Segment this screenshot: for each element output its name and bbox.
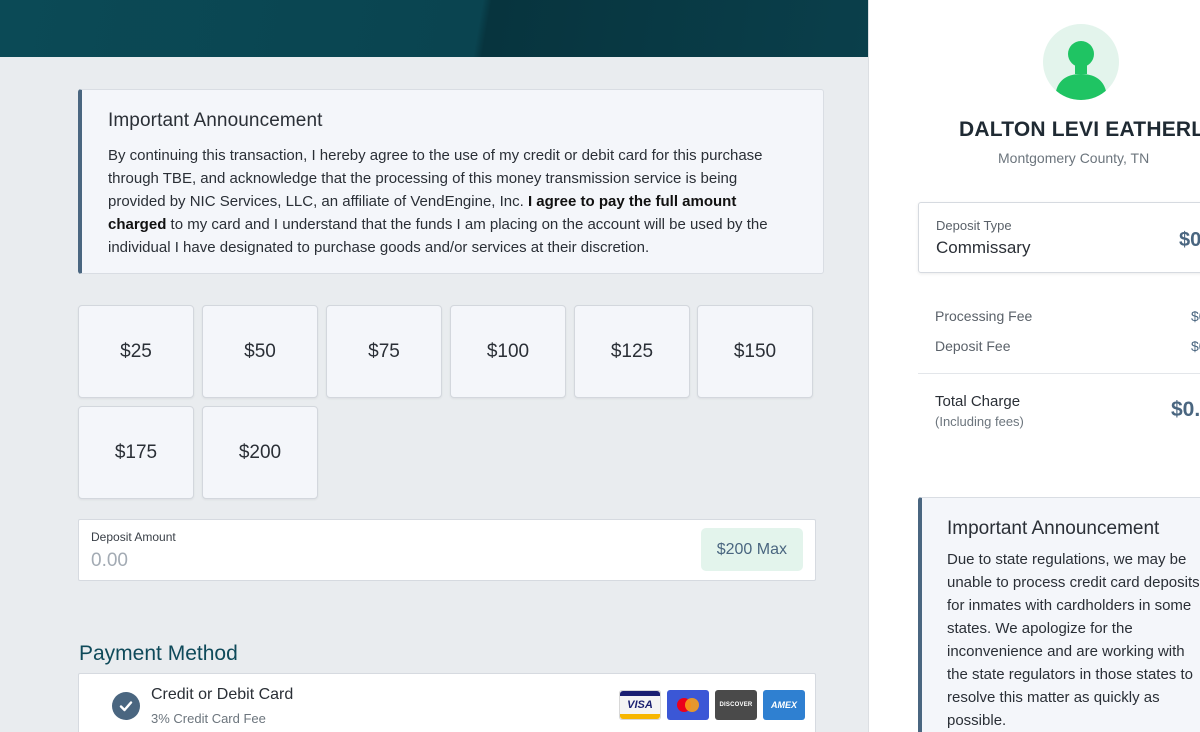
deposit-amount-input[interactable]	[91, 548, 651, 574]
amount-button-100[interactable]: $100	[450, 305, 566, 398]
deposit-fee-amount: $0	[1191, 338, 1200, 354]
deposit-amount-field: Deposit Amount $200 Max	[78, 519, 816, 581]
announcement-text-part: to my card and I understand that the fun…	[108, 216, 768, 256]
deposit-type-value: Commissary	[936, 238, 1031, 257]
total-charge-amount: $0.	[1171, 398, 1200, 421]
announcement-title: Important Announcement	[108, 110, 323, 131]
avatar-icon	[1043, 24, 1119, 100]
announcement-text: By continuing this transaction, I hereby…	[108, 144, 797, 259]
order-summary-sidebar: DALTON LEVI EATHERLY Montgomery County, …	[868, 0, 1200, 732]
deposit-fee-label: Deposit Fee	[935, 338, 1011, 354]
payment-option-credit-card[interactable]: Credit or Debit Card 3% Credit Card Fee …	[78, 673, 816, 732]
processing-fee-label: Processing Fee	[935, 308, 1033, 324]
amount-button-175[interactable]: $175	[78, 406, 194, 499]
amex-icon: AMEX	[763, 690, 805, 720]
visa-icon: VISA	[619, 690, 661, 720]
max-amount-badge: $200 Max	[700, 528, 803, 571]
announcement-box: Important Announcement By continuing thi…	[78, 89, 824, 274]
sidebar-announcement-title: Important Announcement	[947, 518, 1160, 539]
inmate-county: Montgomery County, TN	[998, 150, 1150, 166]
payment-method-title: Payment Method	[79, 642, 238, 665]
header-banner	[0, 0, 868, 57]
amount-button-125[interactable]: $125	[574, 305, 690, 398]
mastercard-icon	[667, 690, 709, 720]
check-circle-icon	[112, 692, 140, 720]
deposit-type-box: Deposit Type Commissary $0	[918, 202, 1200, 273]
sidebar-announcement-text: Due to state regulations, we may be unab…	[947, 551, 1200, 729]
summary-divider	[918, 373, 1200, 374]
deposit-type-label: Deposit Type	[936, 218, 1012, 233]
payment-option-name: Credit or Debit Card	[151, 686, 294, 703]
sidebar-announcement-box: Important Announcement Due to state regu…	[918, 497, 1200, 732]
main-content: Important Announcement By continuing thi…	[0, 57, 868, 732]
amount-button-75[interactable]: $75	[326, 305, 442, 398]
total-charge-sublabel: (Including fees)	[935, 414, 1024, 429]
amount-button-50[interactable]: $50	[202, 305, 318, 398]
amount-button-150[interactable]: $150	[697, 305, 813, 398]
total-charge-label: Total Charge	[935, 393, 1021, 410]
amount-button-25[interactable]: $25	[78, 305, 194, 398]
amount-button-200[interactable]: $200	[202, 406, 318, 499]
payment-option-fee: 3% Credit Card Fee	[151, 711, 266, 726]
inmate-name: DALTON LEVI EATHERLY	[959, 118, 1200, 141]
deposit-type-amount: $0	[1179, 229, 1200, 251]
discover-icon: DISCOVER	[715, 690, 757, 720]
deposit-amount-label: Deposit Amount	[91, 530, 176, 544]
processing-fee-amount: $0	[1191, 308, 1200, 324]
card-logos: VISA DISCOVER AMEX	[619, 690, 805, 720]
